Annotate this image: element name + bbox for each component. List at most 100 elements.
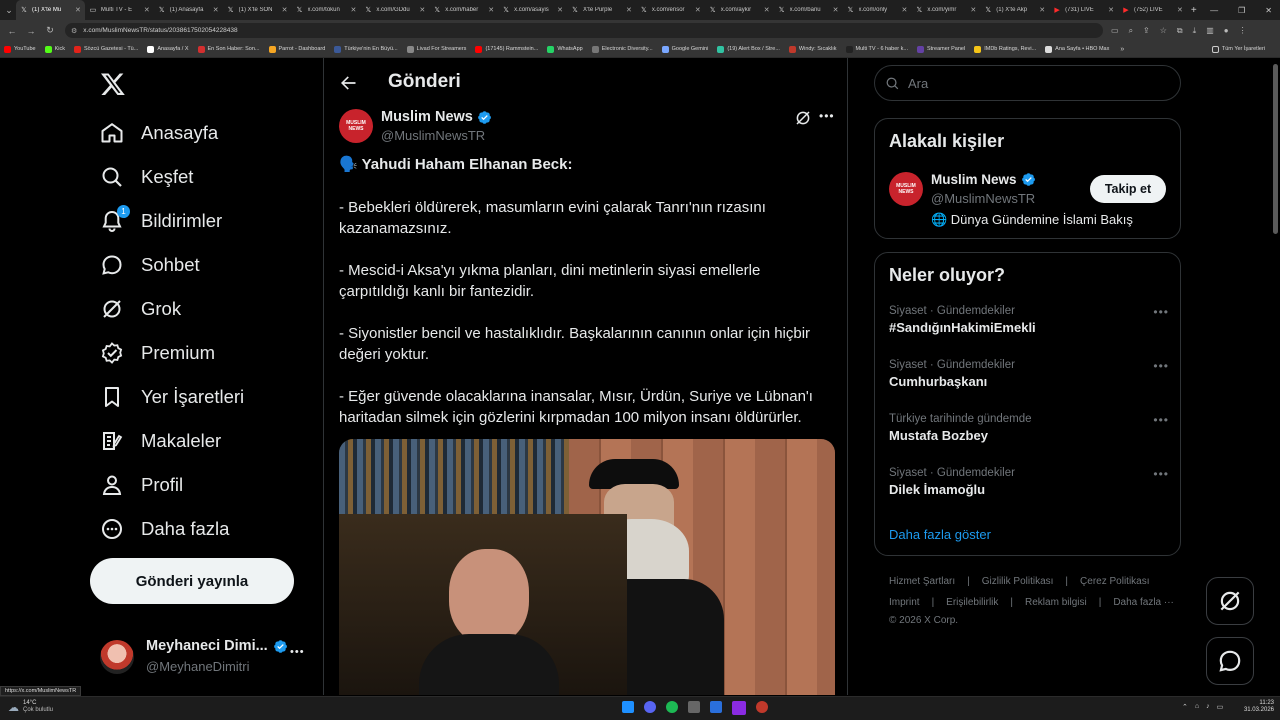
reload-icon[interactable]: ↻ — [43, 24, 57, 38]
close-tab-icon[interactable]: ✕ — [419, 6, 425, 14]
account-more-icon[interactable]: ••• — [290, 646, 305, 658]
trend-item[interactable]: Siyaset · Gündemdekiler #SandığınHakimiEm… — [889, 305, 1169, 335]
close-tab-icon[interactable]: ✕ — [970, 6, 976, 14]
footer-link[interactable]: Daha fazla ··· — [1113, 597, 1174, 608]
follow-button[interactable]: Takip et — [1090, 175, 1166, 203]
back-arrow-icon[interactable] — [338, 73, 358, 93]
footer-link[interactable]: Erişilebilirlik — [946, 597, 998, 608]
minimize-icon[interactable]: — — [1210, 6, 1218, 15]
extensions-icon[interactable]: ⧉ — [1177, 26, 1183, 36]
sidepanel-icon[interactable]: ▥ — [1206, 26, 1214, 36]
browser-tab[interactable]: 𝕏 (1) Anasayfa ✕ — [154, 0, 223, 20]
trend-more-icon[interactable]: ••• — [1153, 467, 1169, 481]
trend-more-icon[interactable]: ••• — [1153, 359, 1169, 373]
footer-link[interactable]: Hizmet Şartları — [889, 576, 955, 587]
related-name[interactable]: Muslim News — [931, 172, 1017, 187]
clock[interactable]: 11:23 31.03.2026 — [1240, 700, 1274, 714]
browser-tab[interactable]: 𝕏 X'te Purple ✕ — [567, 0, 636, 20]
close-tab-icon[interactable]: ✕ — [1039, 6, 1045, 14]
browser-tab[interactable]: 𝕏 (1) X'te Akp ✕ — [980, 0, 1049, 20]
account-switcher[interactable]: Meyhaneci Dimi... @MeyhaneDimitri ••• — [100, 634, 310, 678]
network-icon[interactable]: ⌂ — [1195, 703, 1199, 711]
grok-fab[interactable] — [1206, 577, 1254, 625]
bookmark-item[interactable]: Google Gemini — [661, 45, 708, 53]
close-tab-icon[interactable]: ✕ — [764, 6, 770, 14]
browser-tab[interactable]: 𝕏x.com/banu ✕ — [774, 0, 843, 20]
post-button[interactable]: Gönderi yayınla — [90, 558, 294, 604]
footer-link[interactable]: Reklam bilgisi — [1025, 597, 1087, 608]
close-tab-icon[interactable]: ✕ — [144, 6, 150, 14]
scrollbar[interactable] — [1273, 64, 1278, 234]
browser-tab[interactable]: 𝕏x.com/only ✕ — [843, 0, 912, 20]
close-tab-icon[interactable]: ✕ — [695, 6, 701, 14]
app-icon[interactable] — [622, 701, 634, 713]
close-tab-icon[interactable]: ✕ — [1177, 6, 1183, 14]
trend-more-icon[interactable]: ••• — [1153, 413, 1169, 427]
trend-item[interactable]: Siyaset · Gündemdekiler Dilek İmamoğlu ••• — [889, 467, 1169, 497]
address-bar[interactable]: ⚙ x.com/MuslimNewsTR/status/203861750205… — [65, 23, 1103, 38]
app-icon[interactable] — [710, 701, 722, 713]
bookmark-item[interactable]: Windy: Sıcaklık — [788, 45, 837, 53]
author-name[interactable]: Muslim News — [381, 109, 473, 125]
messages-fab[interactable] — [1206, 637, 1254, 685]
close-tab-icon[interactable]: ✕ — [902, 6, 908, 14]
footer-link[interactable]: Imprint — [889, 597, 920, 608]
forward-icon[interactable]: → — [24, 24, 38, 38]
zoom-icon[interactable]: ⌕ — [1129, 26, 1133, 36]
bookmark-item[interactable]: IMDb Ratings, Revi... — [974, 45, 1036, 53]
bookmark-item[interactable]: Multi TV - 6 haber k... — [845, 45, 908, 53]
nav-item[interactable]: Daha fazla — [100, 509, 229, 549]
grok-icon[interactable] — [794, 109, 812, 127]
nav-item[interactable]: 1 Bildirimler — [100, 201, 222, 241]
browser-tab[interactable]: ▶ (731) LIVE ✕ — [1049, 0, 1118, 20]
nav-item[interactable]: Grok — [100, 289, 181, 329]
browser-tab[interactable]: 𝕏x.com/GDdu ✕ — [360, 0, 429, 20]
browser-tab[interactable]: 𝕏x.com/tokun ✕ — [292, 0, 361, 20]
browser-tab[interactable]: 𝕏x.com/yimr ✕ — [911, 0, 980, 20]
tray-chevron-icon[interactable]: ⌃ — [1182, 703, 1188, 711]
browser-tab[interactable]: 𝕏 (1) X'te Mu ✕ — [16, 0, 85, 20]
star-icon[interactable]: ☆ — [1160, 26, 1167, 36]
bookmark-item[interactable]: YouTube — [4, 45, 36, 53]
bookmark-item[interactable]: Livad For Streamers — [406, 45, 466, 53]
nav-item[interactable]: Sohbet — [100, 245, 200, 285]
close-tab-icon[interactable]: ✕ — [626, 6, 632, 14]
footer-link[interactable]: Çerez Politikası — [1080, 576, 1149, 587]
footer-link[interactable]: Gizlilik Politikası — [982, 576, 1054, 587]
app-icon[interactable] — [756, 701, 768, 713]
tab-list-button[interactable]: ⌄ — [2, 3, 16, 17]
post-more-icon[interactable]: ••• — [819, 109, 835, 123]
bookmark-item[interactable]: Sözcü Gazetesi - Tü... — [74, 45, 138, 53]
nav-item[interactable]: Anasayfa — [100, 113, 218, 153]
browser-tab[interactable]: 𝕏x.com/haber ✕ — [429, 0, 498, 20]
nav-item[interactable]: Makaleler — [100, 421, 221, 461]
bookmark-item[interactable]: Kick — [44, 45, 65, 53]
weather-widget[interactable]: ☁ 14°C Çok bulutlu — [8, 700, 53, 714]
bookmark-item[interactable]: Türkiye'nin En Büyü... — [334, 45, 398, 53]
search-input[interactable]: Ara — [908, 76, 928, 91]
browser-tab[interactable]: 𝕏 (1) X'te SON ✕ — [223, 0, 292, 20]
bookmark-item[interactable]: Ana Sayfa • HBO Max — [1045, 45, 1109, 53]
close-tab-icon[interactable]: ✕ — [833, 6, 839, 14]
browser-tab[interactable]: 𝕏x.com/aykir ✕ — [705, 0, 774, 20]
post-video[interactable] — [339, 439, 835, 695]
nav-item[interactable]: Keşfet — [100, 157, 193, 197]
back-icon[interactable]: ← — [5, 24, 19, 38]
close-tab-icon[interactable]: ✕ — [282, 6, 288, 14]
cast-icon[interactable]: ▭ — [1111, 26, 1119, 36]
volume-icon[interactable]: ♪ — [1206, 703, 1210, 711]
close-tab-icon[interactable]: ✕ — [557, 6, 563, 14]
bookmark-item[interactable]: Anasayfa / X — [147, 45, 189, 53]
nav-item[interactable]: Premium — [100, 333, 215, 373]
bookmark-item[interactable]: Parrot - Dashboard — [268, 45, 325, 53]
bookmark-item[interactable]: En Son Haber: Son... — [197, 45, 260, 53]
close-tab-icon[interactable]: ✕ — [75, 6, 81, 14]
app-icon[interactable] — [688, 701, 700, 713]
bookmark-item[interactable]: (19) Alert Box / Stre... — [717, 45, 780, 53]
bookmark-item[interactable]: WhatsApp — [547, 45, 583, 53]
related-avatar[interactable]: MUSLIM NEWS — [889, 172, 923, 206]
trend-item[interactable]: Türkiye tarihinde gündemde Mustafa Bozbey… — [889, 413, 1169, 443]
spotify-icon[interactable] — [666, 701, 678, 713]
bookmark-item[interactable]: Electronic Diversity... — [591, 45, 653, 53]
close-tab-icon[interactable]: ✕ — [488, 6, 494, 14]
